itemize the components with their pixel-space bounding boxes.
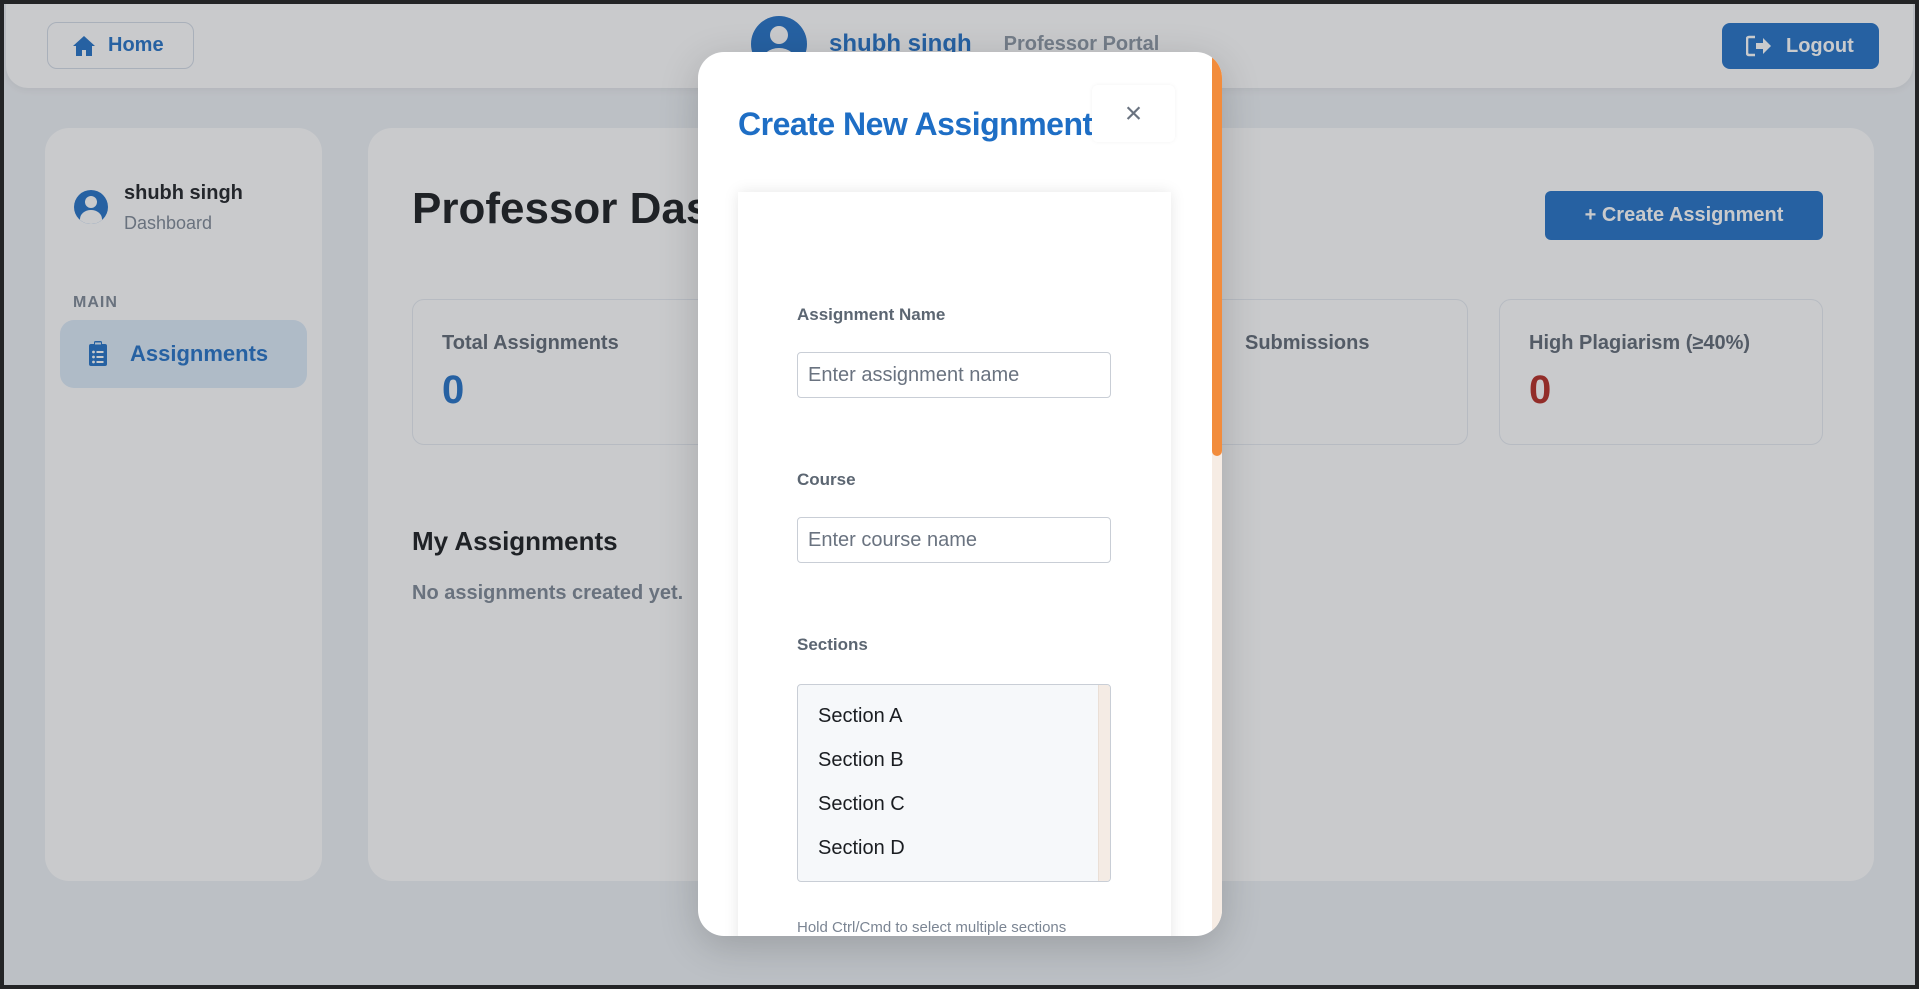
sections-label: Sections — [797, 635, 868, 654]
sections-hint: Hold Ctrl/Cmd to select multiple section… — [797, 919, 1067, 936]
sections-scrollbar[interactable] — [1098, 685, 1110, 881]
section-option[interactable]: Section B — [818, 749, 904, 772]
assignment-name-label: Assignment Name — [797, 305, 946, 324]
section-option[interactable]: Section C — [818, 793, 905, 816]
course-input[interactable] — [797, 517, 1111, 563]
section-option[interactable]: Section A — [818, 705, 903, 728]
modal-scrollbar-thumb[interactable] — [1212, 52, 1222, 456]
close-icon[interactable]: × — [1092, 85, 1175, 142]
create-assignment-modal: Create New Assignment × Assignment Name … — [698, 52, 1222, 936]
assignment-form: Assignment Name Course Sections Section … — [738, 192, 1171, 936]
modal-title: Create New Assignment — [738, 106, 1093, 142]
sections-multiselect[interactable]: Section A Section B Section C Section D — [797, 684, 1111, 882]
assignment-name-input[interactable] — [797, 352, 1111, 398]
course-label: Course — [797, 470, 856, 489]
section-option[interactable]: Section D — [818, 837, 905, 860]
